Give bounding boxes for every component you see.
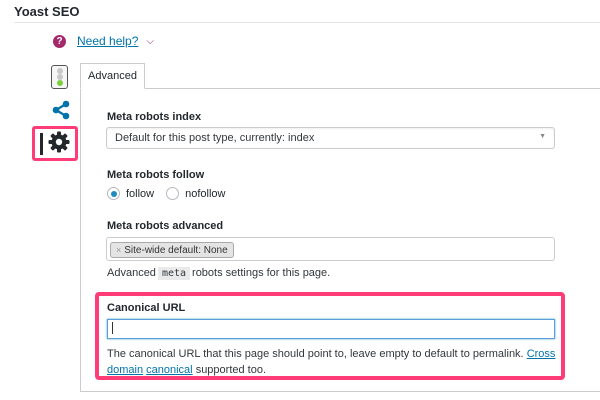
chip-label: Site-wide default: None [124,244,228,256]
robots-advanced-description: Advanced meta robots settings for this pag… [107,265,330,282]
need-help-link[interactable]: Need help? [77,34,138,48]
follow-radio-label[interactable]: follow [126,188,154,200]
gear-icon [48,131,70,156]
traffic-light-icon[interactable] [51,65,68,89]
robots-index-label: Meta robots index [107,111,202,123]
nofollow-radio[interactable] [166,187,180,200]
chevron-down-icon[interactable]: ⌵ [146,36,154,47]
canonical-label: Canonical URL [107,302,186,314]
panel-title: Yoast SEO [14,4,80,19]
desc-text: robots settings for this page. [192,267,331,279]
selected-option-chip: × Site-wide default: None [110,242,234,258]
canonical-description: The canonical URL that this page should … [107,346,557,378]
desc-text: Advanced [107,267,156,279]
robots-follow-label: Meta robots follow [107,169,205,181]
meta-code: meta [157,267,191,280]
traffic-light-dot-green [56,80,63,86]
nofollow-radio-label[interactable]: nofollow [185,188,225,200]
select-arrow-icon: ▼ [539,133,546,140]
share-icon[interactable] [52,100,70,120]
canonical-url-input[interactable] [107,319,555,339]
help-row: ? Need help? ⌵ [53,34,154,48]
tab-advanced[interactable]: Advanced [80,63,145,89]
robots-advanced-select[interactable]: × Site-wide default: None [106,237,555,261]
canonical-link[interactable]: canonical [146,364,192,376]
active-tab-indicator [40,132,43,155]
question-icon: ? [53,34,66,48]
advanced-settings-tab[interactable] [32,126,78,161]
robots-index-select[interactable]: Default for this post type, currently: i… [106,127,555,149]
canonical-desc-tail: supported too. [195,364,267,376]
remove-chip-icon[interactable]: × [116,245,121,255]
robots-follow-radios: follow nofollow [107,187,237,200]
robots-index-value: Default for this post type, currently: i… [115,132,315,144]
follow-radio[interactable] [107,187,120,200]
title-divider [14,22,600,23]
canonical-desc-text: The canonical URL that this page should … [107,348,524,360]
text-caret [112,322,113,335]
robots-advanced-label: Meta robots advanced [107,220,224,232]
